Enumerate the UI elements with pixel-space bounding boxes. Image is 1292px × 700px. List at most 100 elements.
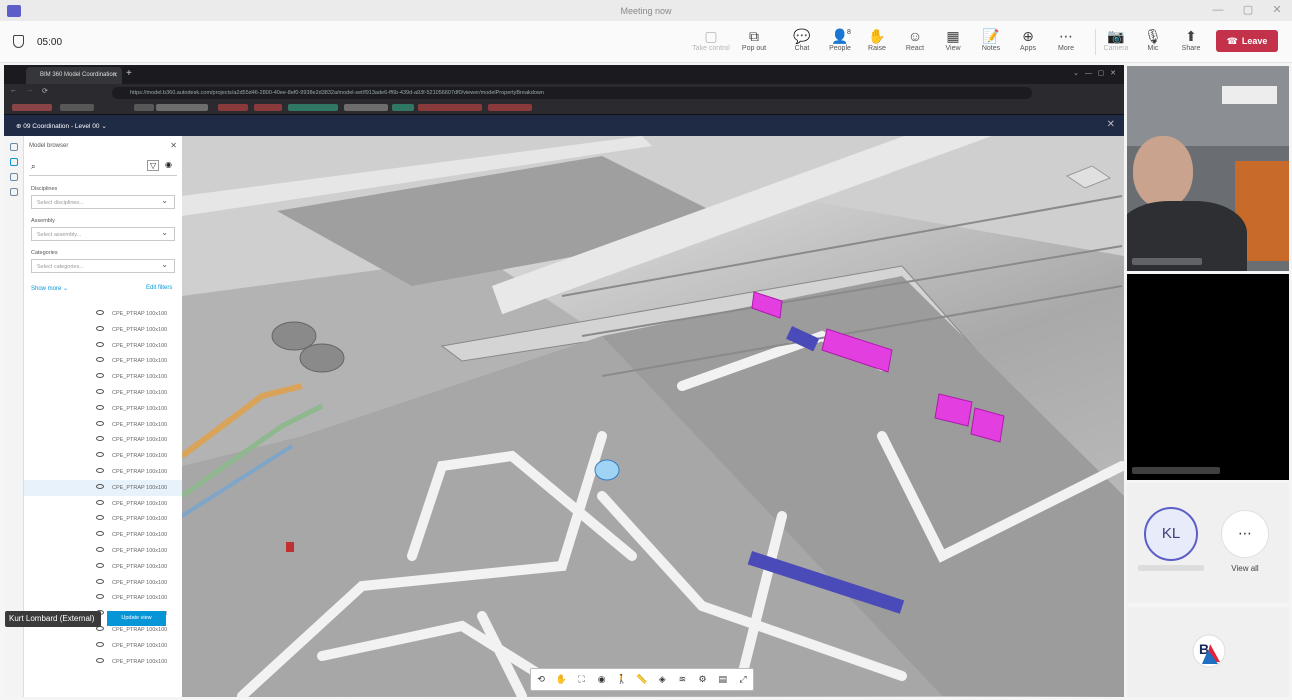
- participant-video-tile[interactable]: [1127, 66, 1289, 271]
- list-item[interactable]: CPE_PTRAP 100x100: [24, 575, 182, 591]
- update-view-button[interactable]: Update view: [107, 611, 166, 626]
- element-name: CPE_PTRAP 100x100: [112, 437, 168, 444]
- view-button[interactable]: ▦ View: [934, 27, 972, 59]
- assembly-select[interactable]: Select assembly...: [31, 227, 175, 241]
- visibility-eye-icon[interactable]: [96, 531, 104, 537]
- filter-icon[interactable]: ▽: [147, 160, 160, 171]
- people-button[interactable]: 👤 People 8: [821, 27, 859, 59]
- categories-select[interactable]: Select categories...: [31, 259, 175, 273]
- list-item[interactable]: CPE_PTRAP 100x100: [24, 322, 182, 338]
- visibility-eye-icon[interactable]: [96, 325, 104, 331]
- leave-button[interactable]: ☎ Leave: [1216, 30, 1278, 52]
- layers-icon[interactable]: ≋: [672, 674, 692, 685]
- measure-icon[interactable]: 📏: [632, 674, 652, 685]
- back-icon[interactable]: ←: [10, 87, 17, 94]
- disciplines-select[interactable]: Select disciplines...: [31, 195, 175, 209]
- rail-issues-icon[interactable]: [9, 188, 18, 196]
- fullscreen-icon[interactable]: ⤢: [733, 674, 753, 685]
- browser-window-controls[interactable]: ⌄ — ▢ ✕: [1073, 69, 1116, 77]
- edit-filters-link[interactable]: Edit filters: [146, 285, 172, 291]
- list-item[interactable]: CPE_PTRAP 100x100: [24, 369, 182, 385]
- rail-sheets-icon[interactable]: [9, 173, 18, 181]
- visibility-eye-icon[interactable]: [96, 515, 104, 521]
- visibility-eye-icon[interactable]: [96, 657, 104, 663]
- maximize-icon[interactable]: ▢: [1233, 0, 1263, 21]
- visibility-eye-icon[interactable]: [96, 404, 104, 410]
- visibility-eye-icon[interactable]: [96, 578, 104, 584]
- fit-view-icon[interactable]: ⛶: [571, 674, 591, 685]
- visibility-eye-icon[interactable]: [96, 388, 104, 394]
- list-item[interactable]: CPE_PTRAP 100x100: [24, 353, 182, 369]
- list-item[interactable]: CPE_PTRAP 100x100: [24, 638, 182, 654]
- list-item[interactable]: CPE_PTRAP 100x100: [24, 479, 182, 496]
- close-tab-icon[interactable]: ✕: [112, 71, 118, 79]
- chat-button[interactable]: 💬 Chat: [783, 27, 821, 59]
- list-item[interactable]: CPE_PTRAP 100x100: [24, 590, 182, 606]
- close-viewer-icon[interactable]: ✕: [1107, 119, 1115, 130]
- participant-avatar[interactable]: KL: [1144, 507, 1198, 561]
- camera-icon[interactable]: ◉: [592, 674, 612, 685]
- react-button[interactable]: ☺ React: [896, 27, 934, 59]
- apps-button[interactable]: ⊕ Apps: [1009, 27, 1047, 59]
- list-item[interactable]: CPE_PTRAP 100x100: [24, 464, 182, 480]
- list-item[interactable]: CPE_PTRAP 100x100: [24, 385, 182, 401]
- more-participants-button[interactable]: ⋯: [1221, 510, 1269, 558]
- list-item[interactable]: CPE_PTRAP 100x100: [24, 496, 182, 512]
- rail-browser-icon[interactable]: [9, 158, 18, 166]
- visibility-eye-icon[interactable]: [96, 562, 104, 568]
- first-person-icon[interactable]: 🚶: [612, 674, 632, 685]
- list-item[interactable]: CPE_PTRAP 100x100: [24, 417, 182, 433]
- participant-video-tile-off[interactable]: [1127, 274, 1289, 480]
- close-window-icon[interactable]: ✕: [1262, 0, 1292, 21]
- visibility-eye-icon[interactable]: [96, 357, 104, 363]
- section-icon[interactable]: ◈: [652, 674, 672, 685]
- list-item[interactable]: CPE_PTRAP 100x100: [24, 338, 182, 354]
- visibility-eye-icon[interactable]: [96, 341, 104, 347]
- notes-button[interactable]: 📝 Notes: [972, 27, 1010, 59]
- list-item[interactable]: CPE_PTRAP 100x100: [24, 559, 182, 575]
- list-item[interactable]: CPE_PTRAP 100x100: [24, 401, 182, 417]
- model-browser-search[interactable]: ⌕ ▽ ◉: [29, 160, 177, 176]
- categories-label: Categories: [31, 250, 58, 256]
- project-selector[interactable]: ⊕ 09 Coordination - Level 00 ⌄: [16, 122, 107, 130]
- visibility-eye-icon[interactable]: [96, 546, 104, 552]
- visibility-eye-icon[interactable]: [96, 310, 104, 315]
- visibility-eye-icon[interactable]: [96, 594, 104, 600]
- list-item[interactable]: CPE_PTRAP 100x100: [24, 306, 182, 322]
- mic-button[interactable]: 🎙 Mic: [1134, 27, 1172, 59]
- pop-out-button[interactable]: ⧉ Pop out: [735, 27, 773, 59]
- list-item[interactable]: CPE_PTRAP 100x100: [24, 448, 182, 464]
- list-item[interactable]: CPE_PTRAP 100x100: [24, 511, 182, 527]
- visibility-eye-icon[interactable]: [96, 483, 104, 489]
- settings-icon[interactable]: ⚙: [693, 674, 713, 685]
- reload-icon[interactable]: ⟳: [42, 87, 48, 95]
- more-button[interactable]: ⋯ More: [1047, 27, 1085, 59]
- view-all-label[interactable]: View all: [1222, 564, 1268, 573]
- url-field[interactable]: https://model.b360.autodesk.com/projects…: [112, 87, 1032, 99]
- browser-tab[interactable]: BIM 360 Model Coordination ✕: [26, 67, 122, 84]
- share-button[interactable]: ⬆ Share: [1172, 27, 1210, 59]
- list-item[interactable]: CPE_PTRAP 100x100: [24, 654, 182, 670]
- rail-models-icon[interactable]: [9, 143, 18, 151]
- new-tab-icon[interactable]: +: [126, 68, 132, 79]
- close-panel-icon[interactable]: ✕: [170, 141, 177, 150]
- visibility-eye-icon[interactable]: [96, 452, 104, 458]
- visibility-eye-icon[interactable]: [96, 641, 104, 647]
- minimize-icon[interactable]: —: [1203, 0, 1233, 21]
- visibility-eye-icon[interactable]: [96, 436, 104, 442]
- visibility-eye-icon[interactable]: [96, 499, 104, 505]
- 3d-model-viewer[interactable]: ⟲ ✋ ⛶ ◉ 🚶 📏 ◈ ≋ ⚙ ▤ ⤢: [182, 136, 1124, 697]
- visibility-eye-icon[interactable]: [96, 373, 104, 379]
- forward-icon[interactable]: →: [26, 87, 33, 94]
- list-item[interactable]: CPE_PTRAP 100x100: [24, 432, 182, 448]
- visibility-eye-icon[interactable]: [96, 467, 104, 473]
- show-more-link[interactable]: Show more ⌄: [31, 285, 68, 292]
- raise-button[interactable]: ✋ Raise: [858, 27, 896, 59]
- list-item[interactable]: CPE_PTRAP 100x100: [24, 527, 182, 543]
- orbit-icon[interactable]: ⟲: [531, 674, 551, 685]
- eye-toggle-icon[interactable]: ◉: [165, 160, 172, 169]
- properties-icon[interactable]: ▤: [713, 674, 733, 685]
- list-item[interactable]: CPE_PTRAP 100x100: [24, 543, 182, 559]
- pan-hand-icon[interactable]: ✋: [551, 674, 571, 685]
- visibility-eye-icon[interactable]: [96, 420, 104, 426]
